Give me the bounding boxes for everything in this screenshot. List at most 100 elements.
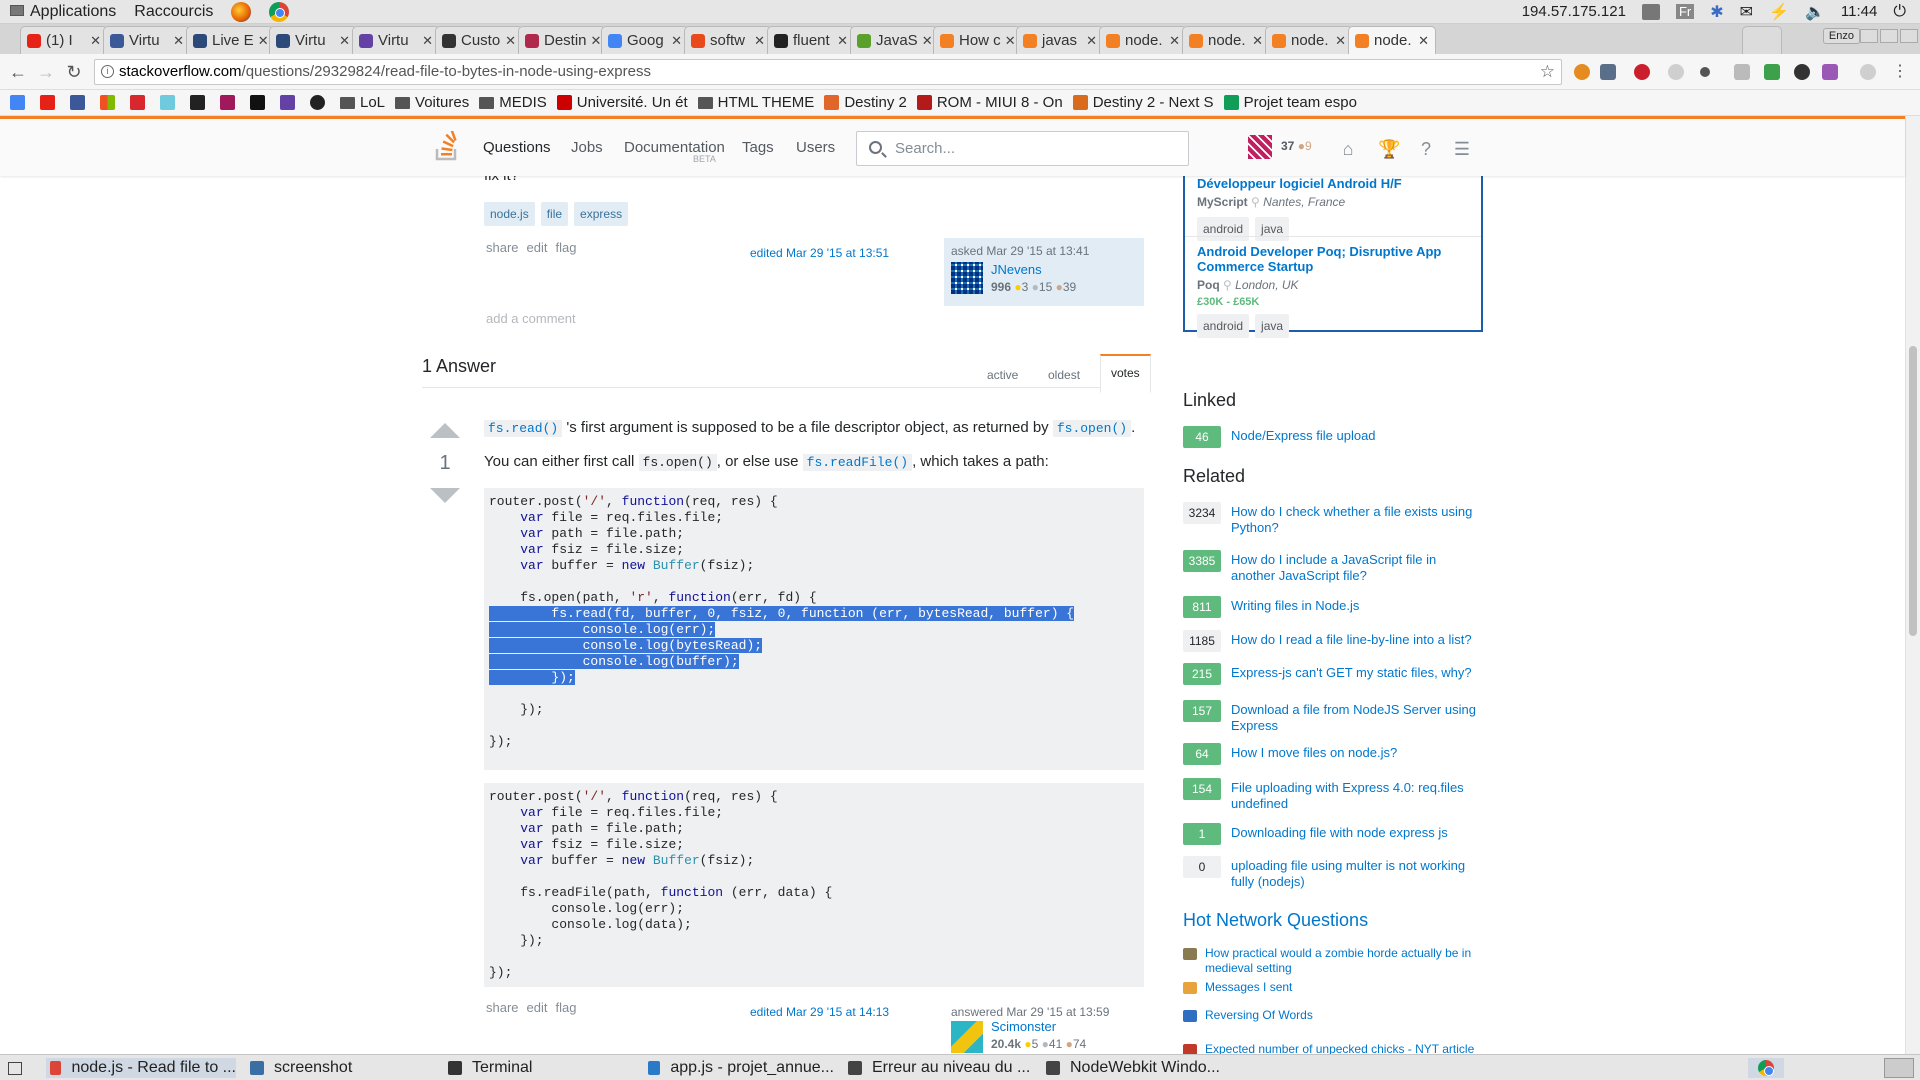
tag-nodejs[interactable]: node.js xyxy=(484,202,535,226)
address-bar[interactable]: i stackoverflow.com/questions/29329824/r… xyxy=(94,59,1562,85)
browser-tab[interactable]: JavaS ✕ xyxy=(850,26,938,54)
answer-owner-name[interactable]: Scimonster xyxy=(991,1019,1086,1034)
site-switcher-icon[interactable]: ☰ xyxy=(1452,139,1472,159)
taskbar-window[interactable]: Erreur au niveau du ... xyxy=(844,1058,1034,1078)
sort-oldest-tab[interactable]: oldest xyxy=(1048,368,1080,382)
job-tag[interactable]: android xyxy=(1197,217,1250,241)
chrome-menu-icon[interactable]: ⋮ xyxy=(1892,64,1908,80)
tag-express[interactable]: express xyxy=(574,202,629,226)
taskbar-window[interactable]: screenshot xyxy=(246,1058,436,1078)
mail-icon[interactable]: ✉ xyxy=(1740,2,1753,22)
nav-tags[interactable]: Tags xyxy=(742,139,774,156)
question-link[interactable]: Messages I sent xyxy=(1205,980,1475,995)
close-tab-icon[interactable]: ✕ xyxy=(1331,33,1346,49)
browser-tab[interactable]: Custo ✕ xyxy=(435,26,523,54)
bookmark-destiny-icon[interactable] xyxy=(310,95,330,110)
code-block-fs-readfile[interactable]: router.post('/', function(req, res) { va… xyxy=(484,783,1144,987)
tray-chrome-icon[interactable] xyxy=(1748,1058,1784,1078)
question-link[interactable]: How practical would a zombie horde actua… xyxy=(1205,946,1475,976)
bluetooth-icon[interactable]: ✱ xyxy=(1710,2,1723,22)
browser-tab[interactable]: Virtu ✕ xyxy=(269,26,357,54)
back-button[interactable]: ← xyxy=(6,60,30,84)
bookmark-folder[interactable]: Voitures xyxy=(395,94,469,111)
browser-tab[interactable]: node. ✕ xyxy=(1099,26,1187,54)
job-tag[interactable]: android xyxy=(1197,314,1250,338)
question-link[interactable]: Express-js can't GET my static files, wh… xyxy=(1231,665,1481,681)
question-link[interactable]: Writing files in Node.js xyxy=(1231,598,1481,614)
bookmark-google-icon[interactable] xyxy=(10,95,30,110)
browser-tab[interactable]: How c ✕ xyxy=(933,26,1021,54)
clock[interactable]: 11:44 xyxy=(1841,3,1877,20)
question-link[interactable]: How do I check whether a file exists usi… xyxy=(1231,504,1481,536)
network-icon[interactable] xyxy=(1641,3,1660,20)
close-tab-icon[interactable]: ✕ xyxy=(1165,33,1180,49)
applications-menu[interactable]: Applications xyxy=(10,3,116,21)
raccourcis-menu[interactable]: Raccourcis xyxy=(134,3,213,21)
close-tab-icon[interactable]: ✕ xyxy=(587,33,602,49)
tag-file[interactable]: file xyxy=(540,202,569,226)
bookmark-a-icon[interactable] xyxy=(190,95,210,110)
close-tab-icon[interactable]: ✕ xyxy=(1414,33,1429,49)
extension-s-icon[interactable] xyxy=(1764,64,1780,80)
bookmark-item[interactable]: Destiny 2 xyxy=(824,94,907,111)
extension-dots-icon[interactable] xyxy=(1700,67,1710,77)
close-tab-icon[interactable]: ✕ xyxy=(667,33,682,49)
question-link[interactable]: Expected number of unpecked chicks - NYT… xyxy=(1205,1042,1475,1054)
bookmark-folder[interactable]: MEDIS xyxy=(479,94,547,111)
hot-network-heading[interactable]: Hot Network Questions xyxy=(1183,910,1368,931)
question-edit-link[interactable]: edit xyxy=(527,240,548,255)
extension-reader-icon[interactable] xyxy=(1734,64,1750,80)
browser-tab[interactable]: softw ✕ xyxy=(684,26,772,54)
user-avatar[interactable] xyxy=(951,262,983,294)
question-edited-link[interactable]: edited Mar 29 '15 at 13:51 xyxy=(750,246,889,260)
reload-button[interactable]: ↻ xyxy=(62,60,86,84)
achievements-icon[interactable]: 🏆 xyxy=(1378,139,1400,159)
browser-tab[interactable]: Live E ✕ xyxy=(186,26,274,54)
question-link[interactable]: Download a file from NodeJS Server using… xyxy=(1231,702,1481,734)
page-scrollbar[interactable] xyxy=(1905,116,1920,1054)
close-tab-icon[interactable]: ✕ xyxy=(169,33,184,49)
inline-code[interactable]: fs.open() xyxy=(1052,420,1132,437)
maximize-button[interactable] xyxy=(1880,29,1898,43)
inbox-icon[interactable]: ⌂ xyxy=(1338,139,1358,159)
so-search-input[interactable]: Search... xyxy=(856,131,1189,166)
browser-tab[interactable]: fluent ✕ xyxy=(767,26,855,54)
close-tab-icon[interactable]: ✕ xyxy=(335,33,350,49)
job-title[interactable]: Développeur logiciel Android H/F xyxy=(1197,176,1402,191)
bookmark-folder[interactable]: HTML THEME xyxy=(697,94,814,111)
question-link[interactable]: How do I include a JavaScript file in an… xyxy=(1231,552,1481,584)
workspace-switcher[interactable] xyxy=(1884,1058,1914,1078)
extension-opera-icon[interactable] xyxy=(1634,64,1650,80)
user-avatar[interactable] xyxy=(1248,135,1272,159)
bookmark-item[interactable]: ROM - MIUI 8 - On xyxy=(916,94,1063,111)
close-tab-icon[interactable]: ✕ xyxy=(1248,33,1263,49)
volume-icon[interactable]: 🔈 xyxy=(1805,2,1825,22)
bookmark-b-icon[interactable] xyxy=(220,95,240,110)
question-link[interactable]: uploading file using multer is not worki… xyxy=(1231,858,1481,890)
question-flag-link[interactable]: flag xyxy=(556,240,577,255)
nav-questions[interactable]: Questions xyxy=(483,139,551,156)
firefox-launcher-icon[interactable] xyxy=(231,1,252,22)
question-link[interactable]: How do I read a file line-by-line into a… xyxy=(1231,632,1481,648)
question-owner-name[interactable]: JNevens xyxy=(991,262,1076,277)
new-tab-button[interactable] xyxy=(1742,26,1782,54)
code-block-fs-open[interactable]: router.post('/', function(req, res) { va… xyxy=(484,488,1144,770)
answerer-avatar[interactable] xyxy=(951,1021,983,1053)
question-link[interactable]: Node/Express file upload xyxy=(1231,428,1481,444)
inline-code[interactable]: fs.readFile() xyxy=(802,454,913,471)
bookmark-facebook-icon[interactable] xyxy=(70,95,90,110)
job-title[interactable]: Android Developer Poq; Disruptive App Co… xyxy=(1197,244,1467,274)
browser-tab[interactable]: Virtu ✕ xyxy=(103,26,191,54)
close-tab-icon[interactable]: ✕ xyxy=(833,33,848,49)
bookmark-folder[interactable]: LoL xyxy=(340,94,385,111)
answer-share-link[interactable]: share xyxy=(486,1000,519,1015)
question-link[interactable]: How I move files on node.js? xyxy=(1231,745,1481,761)
sort-active-tab[interactable]: active xyxy=(987,368,1018,382)
close-tab-icon[interactable]: ✕ xyxy=(418,33,433,49)
taskbar-window[interactable]: app.js - projet_annue... xyxy=(644,1058,834,1078)
question-link[interactable]: Reversing Of Words xyxy=(1205,1008,1475,1023)
taskbar-window[interactable]: NodeWebkit Windo... xyxy=(1042,1058,1232,1078)
close-tab-icon[interactable]: ✕ xyxy=(254,33,269,49)
browser-tab[interactable]: node. ✕ xyxy=(1348,26,1436,54)
help-icon[interactable]: ? xyxy=(1416,139,1436,159)
